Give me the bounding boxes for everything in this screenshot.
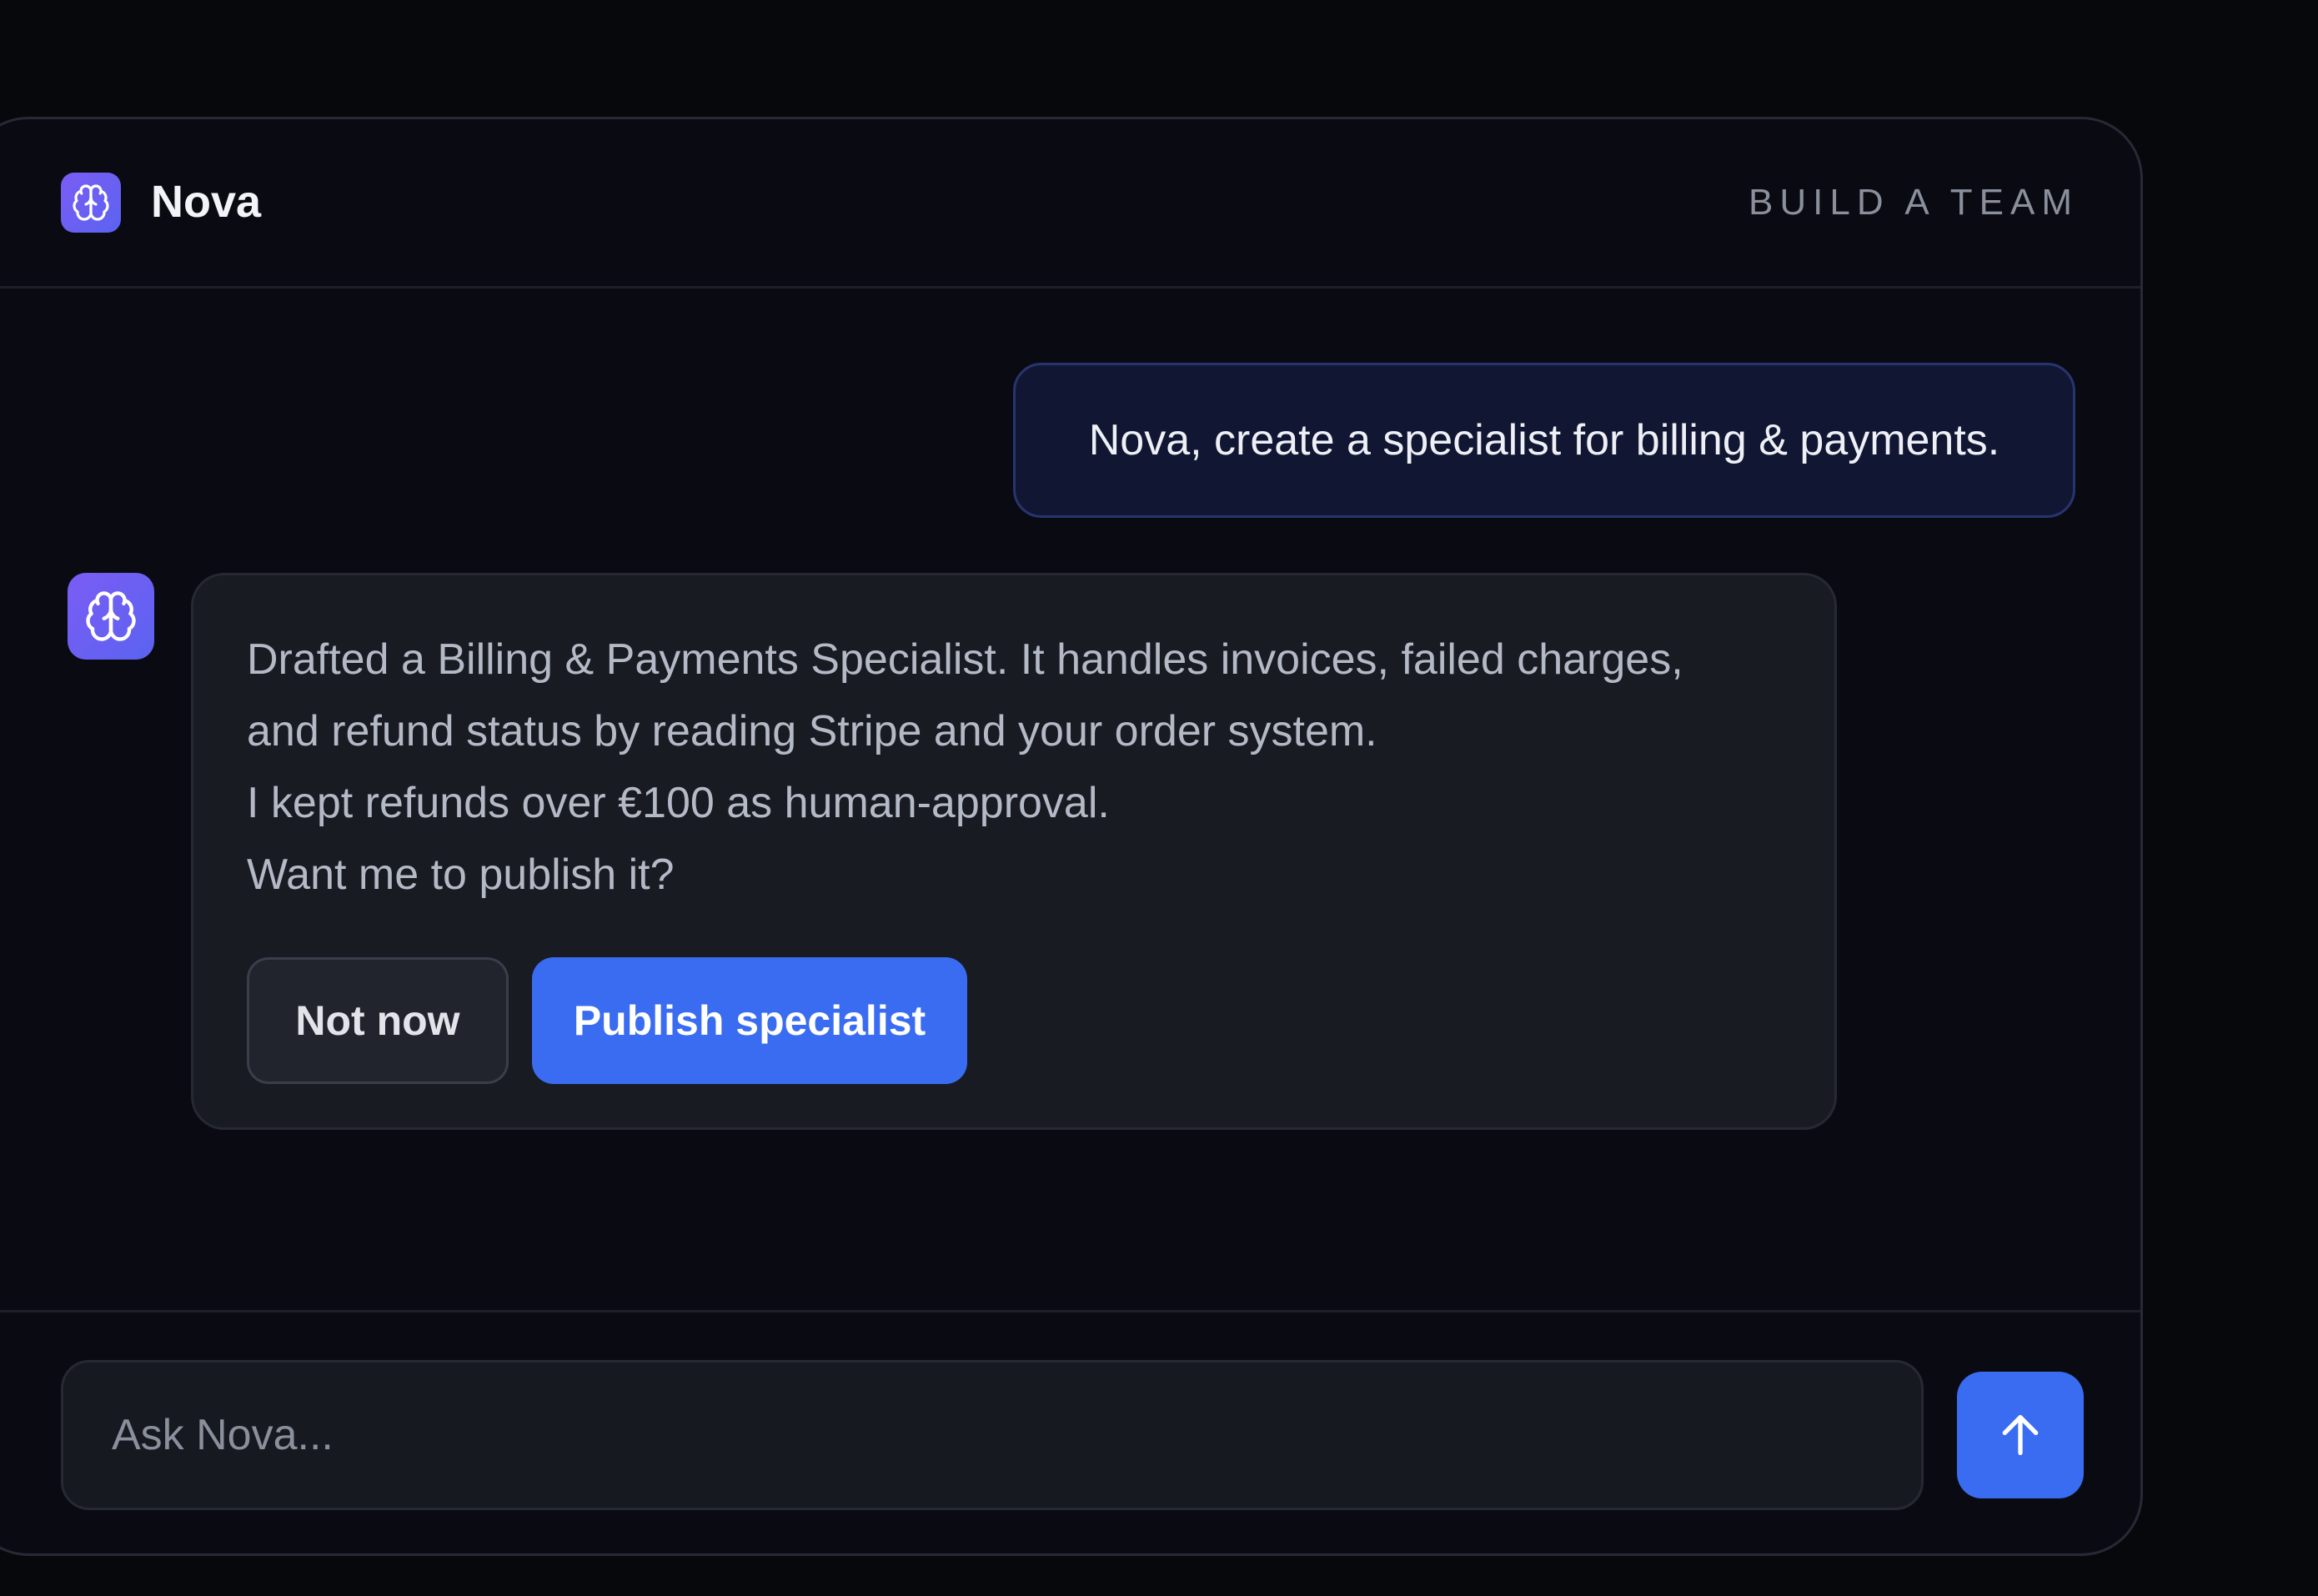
publish-specialist-button[interactable]: Publish specialist <box>532 957 967 1084</box>
composer-divider <box>0 1310 2140 1312</box>
page: Nova BUILD A TEAM Nova, create a special… <box>0 0 2318 1596</box>
assistant-message-line: Want me to publish it? <box>247 851 675 899</box>
assistant-message-line: I kept refunds over €100 as human-approv… <box>247 779 1110 827</box>
build-a-team-link[interactable]: BUILD A TEAM <box>1749 181 2079 224</box>
arrow-up-icon <box>2002 1415 2039 1455</box>
app-title: Nova <box>151 177 262 227</box>
brain-icon <box>61 173 121 233</box>
ask-nova-input[interactable]: Ask Nova... <box>61 1360 1924 1510</box>
assistant-message-line: Drafted a Billing & Payments Specialist.… <box>247 635 1683 684</box>
send-button[interactable] <box>1957 1372 2084 1498</box>
assistant-message: Drafted a Billing & Payments Specialist.… <box>191 573 1837 1130</box>
assistant-message-text: Drafted a Billing & Payments Specialist.… <box>247 624 1798 911</box>
user-message: Nova, create a specialist for billing & … <box>1013 363 2075 518</box>
assistant-message-line: and refund status by reading Stripe and … <box>247 707 1377 755</box>
brain-icon <box>86 591 136 641</box>
chat-panel: Nova BUILD A TEAM Nova, create a special… <box>0 117 2143 1556</box>
chat-header: Nova BUILD A TEAM <box>0 119 2140 289</box>
not-now-button[interactable]: Not now <box>247 957 509 1084</box>
assistant-avatar <box>68 573 154 660</box>
